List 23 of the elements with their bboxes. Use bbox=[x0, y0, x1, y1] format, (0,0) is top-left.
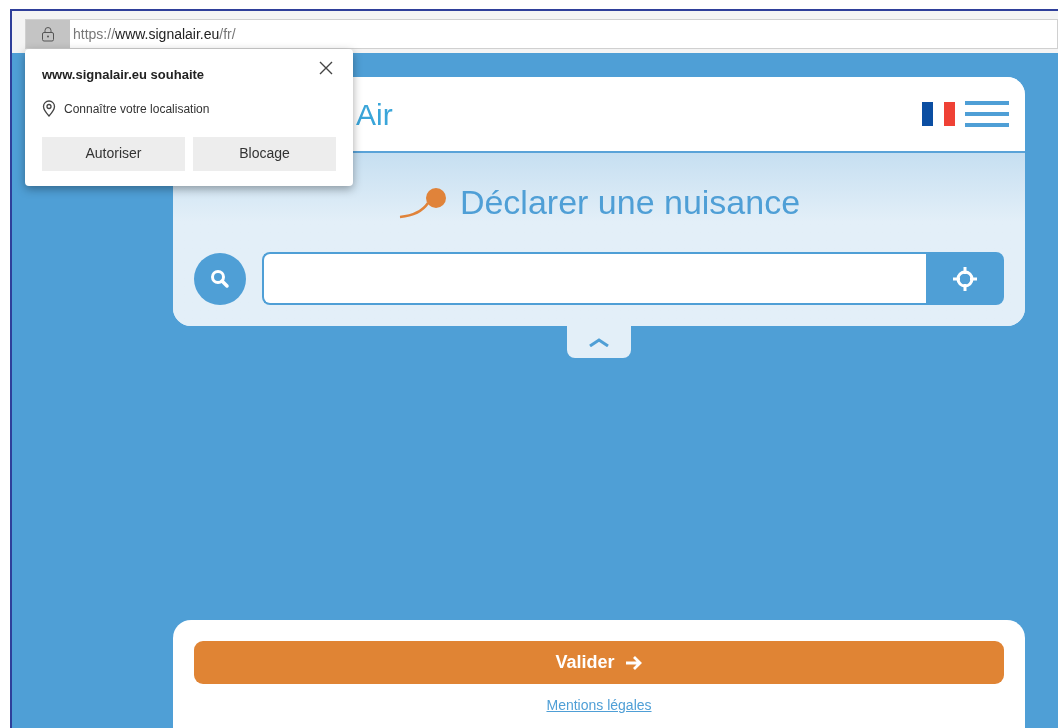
address-bar[interactable]: https://www.signalair.eu/fr/ bbox=[25, 19, 1058, 49]
popup-title: www.signalair.eu souhaite bbox=[42, 66, 206, 84]
crosshair-icon bbox=[952, 265, 978, 292]
lock-icon bbox=[41, 26, 55, 42]
close-icon[interactable] bbox=[319, 61, 333, 75]
search-button[interactable] bbox=[194, 252, 246, 305]
pin-icon bbox=[397, 186, 448, 219]
url-text: https://www.signalair.eu/fr/ bbox=[73, 24, 236, 44]
logo-text: Air bbox=[356, 96, 393, 133]
collapse-tab[interactable] bbox=[567, 326, 631, 358]
search-icon bbox=[210, 268, 230, 289]
panel-title: Déclarer une nuisance bbox=[459, 182, 801, 223]
chevron-up-icon bbox=[588, 337, 610, 347]
popup-button[interactable]: Autoriser bbox=[42, 136, 185, 171]
menu-icon[interactable] bbox=[965, 101, 1009, 127]
location-pin-icon bbox=[42, 100, 56, 117]
flag-icon bbox=[922, 102, 955, 126]
address-input[interactable] bbox=[262, 252, 926, 305]
locate-button[interactable] bbox=[926, 252, 1004, 305]
popup-button[interactable]: Blocage bbox=[193, 136, 336, 171]
permission-request: Connaître votre localisation bbox=[64, 100, 210, 118]
lock-button[interactable] bbox=[26, 20, 70, 48]
arrow-right-icon bbox=[624, 654, 643, 671]
